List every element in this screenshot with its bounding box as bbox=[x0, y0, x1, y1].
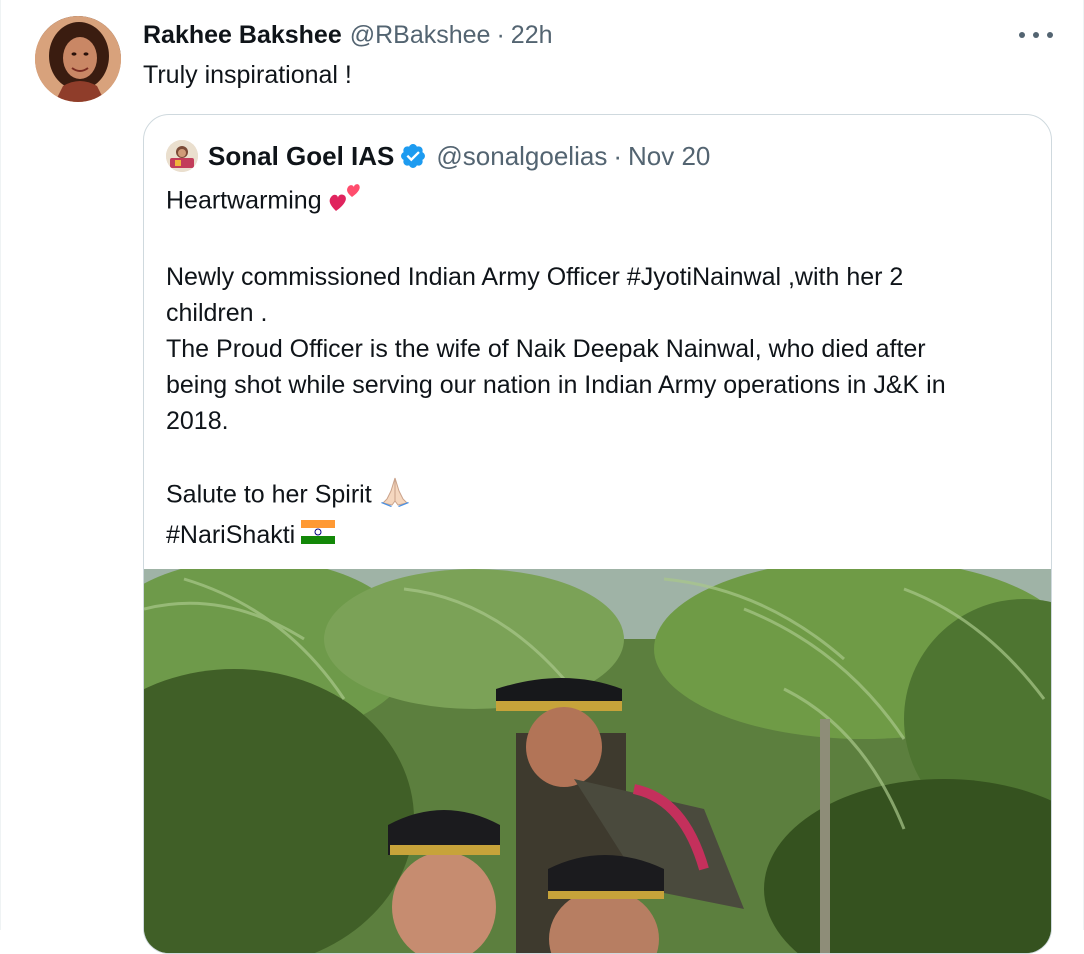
quoted-line-salute: Salute to her Spirit bbox=[166, 475, 1036, 517]
quoted-tweet[interactable]: Sonal Goel IAS @sonalgoelias · Nov 20 He… bbox=[143, 114, 1052, 954]
quoted-time[interactable]: Nov 20 bbox=[628, 139, 710, 173]
quoted-author-avatar[interactable] bbox=[166, 140, 198, 172]
author-handle[interactable]: @RBakshee bbox=[350, 18, 491, 52]
quoted-author-name[interactable]: Sonal Goel IAS bbox=[208, 139, 394, 173]
tweet[interactable]: Rakhee Bakshee @RBakshee · 22h Truly ins… bbox=[0, 0, 1084, 954]
quoted-line-text: Salute to her Spirit bbox=[166, 480, 372, 509]
quoted-line: 2018. bbox=[166, 407, 229, 435]
photo-army-officer-with-children-icon bbox=[144, 569, 1051, 953]
verified-badge-icon bbox=[401, 144, 426, 168]
tweet-text: Truly inspirational ! bbox=[143, 61, 352, 89]
india-flag-emoji-icon bbox=[301, 518, 336, 554]
quoted-line-heartwarming: Heartwarming bbox=[166, 181, 1036, 223]
more-dots-icon[interactable] bbox=[1019, 22, 1053, 48]
quoted-author-handle[interactable]: @sonalgoelias bbox=[436, 139, 607, 173]
folded-hands-emoji-icon bbox=[378, 475, 412, 517]
author-avatar[interactable] bbox=[35, 16, 121, 102]
quoted-line: being shot while serving our nation in I… bbox=[166, 371, 946, 399]
quoted-text: Heartwarming Newly commissioned Indian A… bbox=[166, 181, 1036, 554]
quoted-separator-dot: · bbox=[613, 141, 622, 171]
quoted-line: Newly commissioned Indian Army Officer #… bbox=[166, 263, 904, 291]
tweet-time[interactable]: 22h bbox=[511, 18, 553, 52]
two-hearts-emoji-icon bbox=[328, 181, 362, 223]
quoted-header: Sonal Goel IAS @sonalgoelias · Nov 20 bbox=[166, 139, 710, 173]
author-name[interactable]: Rakhee Bakshee bbox=[143, 18, 342, 52]
profile-photo-icon bbox=[35, 16, 121, 102]
quoted-hashtag[interactable]: #NariShakti bbox=[166, 521, 295, 549]
quoted-line: The Proud Officer is the wife of Naik De… bbox=[166, 335, 926, 363]
separator-dot: · bbox=[496, 21, 505, 49]
quoted-line-narishakti: #NariShakti bbox=[166, 517, 1036, 554]
quoted-profile-photo-icon bbox=[166, 140, 198, 172]
quoted-media-photo[interactable] bbox=[144, 569, 1051, 953]
tweet-header: Rakhee Bakshee @RBakshee · 22h bbox=[143, 18, 553, 52]
quoted-line: children . bbox=[166, 299, 268, 327]
quoted-line-text: Heartwarming bbox=[166, 186, 322, 215]
